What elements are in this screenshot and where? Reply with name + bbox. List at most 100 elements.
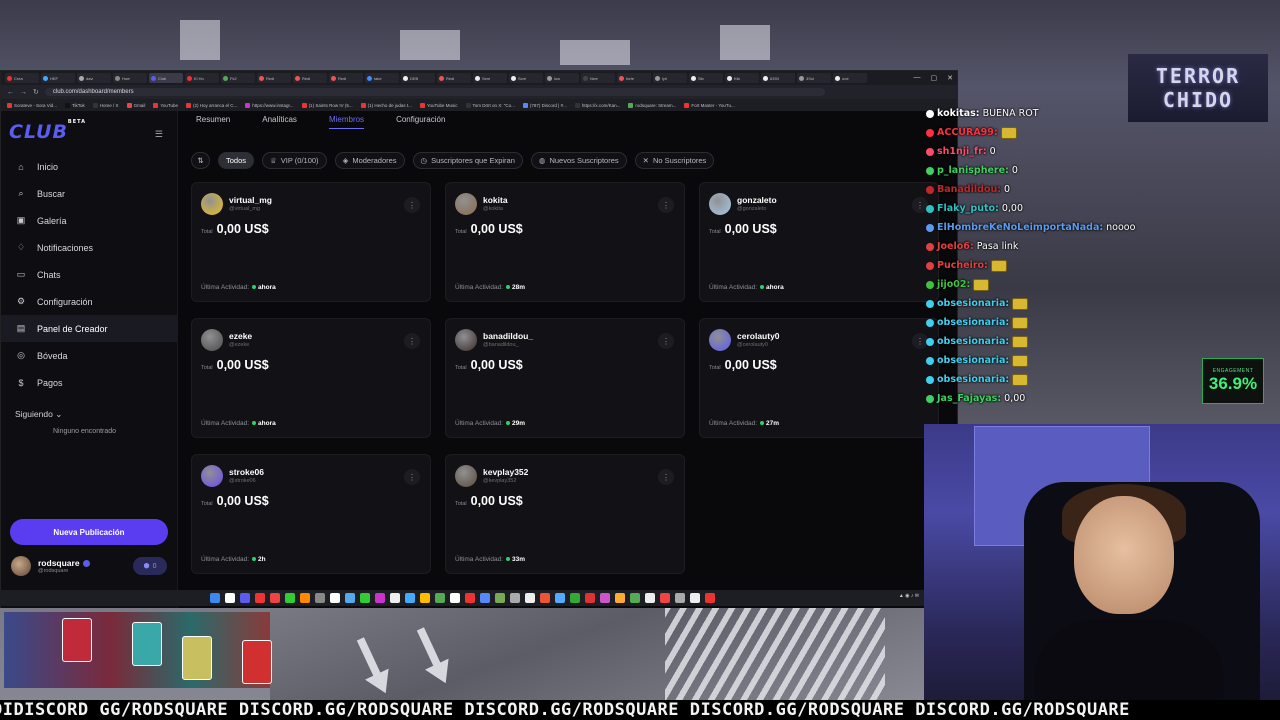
taskbar-app-icon[interactable] <box>345 593 355 603</box>
bookmark-item[interactable]: TikTok <box>64 102 85 108</box>
bookmark-item[interactable]: (1) Saints Row IV (5... <box>301 102 353 108</box>
browser-tab[interactable]: Crea <box>5 73 39 83</box>
member-card[interactable]: kevplay352 @kevplay352 ⋮ Total 0,00 US$ Últim… <box>445 454 685 574</box>
taskbar-app-icon[interactable] <box>420 593 430 603</box>
more-options-icon[interactable]: ⋮ <box>404 469 420 485</box>
taskbar-app-icon[interactable] <box>630 593 640 603</box>
filter-chip[interactable]: ◈ Moderadores <box>334 152 405 169</box>
taskbar-app-icon[interactable] <box>510 593 520 603</box>
taskbar-app-icon[interactable] <box>285 593 295 603</box>
taskbar-app-icon[interactable] <box>615 593 625 603</box>
filter-chip[interactable]: ✕ No Suscriptores <box>634 152 715 169</box>
more-options-icon[interactable]: ⋮ <box>404 333 420 349</box>
reload-icon[interactable]: ↻ <box>33 88 39 96</box>
bookmark-item[interactable]: rodsquare: Stream... <box>628 102 676 108</box>
sidebar-item-notificaciones[interactable]: ♢ Notificaciones <box>1 234 177 261</box>
browser-tab[interactable]: Redi <box>257 73 291 83</box>
taskbar-app-icon[interactable] <box>540 593 550 603</box>
more-options-icon[interactable]: ⋮ <box>658 469 674 485</box>
profile-card[interactable]: rodsquare @rodsquare ⬢ 0 <box>11 553 167 579</box>
taskbar-app-icon[interactable] <box>390 593 400 603</box>
member-card[interactable]: virtual_mg @virtual_mg ⋮ Total 0,00 US$ Últim… <box>191 182 431 302</box>
window-controls[interactable]: — ▢ ✕ <box>914 74 954 82</box>
taskbar-app-icon[interactable] <box>405 593 415 603</box>
browser-tab[interactable]: take <box>365 73 399 83</box>
bookmark-item[interactable]: Sorateve - Sora Vid... <box>7 102 57 108</box>
bookmark-item[interactable]: Fort Master - YouTu... <box>684 102 735 108</box>
taskbar-app-icon[interactable] <box>210 593 220 603</box>
browser-tab[interactable]: Nem <box>581 73 615 83</box>
taskbar-app-icon[interactable] <box>330 593 340 603</box>
bookmark-item[interactable]: https://www.instagr... <box>245 102 294 108</box>
taskbar-app-icon[interactable] <box>645 593 655 603</box>
member-card[interactable]: kokita @kokita ⋮ Total 0,00 US$ Última Activi… <box>445 182 685 302</box>
sidebar-item-chats[interactable]: ▭ Chats <box>1 261 177 288</box>
bookmark-item[interactable]: (2) Hoy arranca el C... <box>186 102 237 108</box>
browser-tab[interactable]: El Ho <box>185 73 219 83</box>
sidebar-item-galer-a[interactable]: ▣ Galería <box>1 207 177 234</box>
points-badge[interactable]: ⬢ 0 <box>133 557 167 575</box>
browser-tab[interactable]: Sib <box>689 73 723 83</box>
bookmark-item[interactable]: Gmail <box>126 102 145 108</box>
taskbar-app-icon[interactable] <box>315 593 325 603</box>
sort-icon[interactable]: ⇅ <box>191 152 210 169</box>
taskbar-app-icon[interactable] <box>465 593 475 603</box>
taskbar-app-icon[interactable] <box>435 593 445 603</box>
browser-tab[interactable]: lyri <box>653 73 687 83</box>
browser-tab[interactable]: Redi <box>437 73 471 83</box>
browser-tab[interactable]: ooe <box>833 73 867 83</box>
more-options-icon[interactable]: ⋮ <box>658 197 674 213</box>
sidebar-item-panel-de-creador[interactable]: ▤ Panel de Creador <box>1 315 177 342</box>
taskbar-app-icon[interactable] <box>690 593 700 603</box>
browser-tab[interactable]: davi <box>77 73 111 83</box>
bookmark-item[interactable]: YouTube Music <box>419 102 458 108</box>
back-icon[interactable]: ← <box>7 89 14 96</box>
taskbar-app-icon[interactable] <box>375 593 385 603</box>
taskbar-app-icon[interactable] <box>270 593 280 603</box>
new-post-button[interactable]: Nueva Publicación <box>10 519 168 545</box>
filter-chip[interactable]: Todos <box>218 152 255 169</box>
taskbar-app-icon[interactable] <box>675 593 685 603</box>
taskbar-app-icon[interactable] <box>450 593 460 603</box>
taskbar-app-icon[interactable] <box>300 593 310 603</box>
sidebar-item-inicio[interactable]: ⌂ Inicio <box>1 153 177 180</box>
taskbar-app-icon[interactable] <box>240 593 250 603</box>
more-options-icon[interactable]: ⋮ <box>404 197 420 213</box>
filter-chip[interactable]: ♕ VIP (0/100) <box>262 152 327 169</box>
sidebar-item-buscar[interactable]: ⌕ Buscar <box>1 180 177 207</box>
taskbar-app-icon[interactable] <box>705 593 715 603</box>
bookmark-item[interactable]: Tom Dört on X: "Co... <box>465 102 515 108</box>
bookmark-item[interactable]: https://x.com/Kan... <box>574 102 620 108</box>
sidebar-item-configuraci-n[interactable]: ⚙ Configuración <box>1 288 177 315</box>
tab-configuraci-n[interactable]: Configuración <box>396 115 445 129</box>
tab-resumen[interactable]: Resumen <box>196 115 230 129</box>
taskbar-app-icon[interactable] <box>570 593 580 603</box>
tab-miembros[interactable]: Miembros <box>328 115 365 129</box>
browser-tab[interactable]: 6393 <box>761 73 795 83</box>
member-card[interactable]: ezeke @ezeke ⋮ Total 0,00 US$ Última Activida… <box>191 318 431 438</box>
bookmark-item[interactable]: Home / X <box>92 102 119 108</box>
taskbar-app-icon[interactable] <box>255 593 265 603</box>
taskbar-app-icon[interactable] <box>585 593 595 603</box>
more-options-icon[interactable]: ⋮ <box>658 333 674 349</box>
taskbar-app-icon[interactable] <box>660 593 670 603</box>
taskbar-app-icon[interactable] <box>360 593 370 603</box>
sidebar-item-b-veda[interactable]: ◎ Bóveda <box>1 342 177 369</box>
taskbar-app-icon[interactable] <box>525 593 535 603</box>
taskbar-app-icon[interactable] <box>600 593 610 603</box>
browser-tab[interactable]: DEB <box>401 73 435 83</box>
filter-chip[interactable]: ◷ Suscriptores que Expiran <box>412 152 523 169</box>
taskbar-app-icon[interactable] <box>495 593 505 603</box>
browser-tab[interactable]: Redi <box>329 73 363 83</box>
filter-chip[interactable]: ◍ Nuevos Suscriptores <box>530 152 627 169</box>
following-toggle[interactable]: Siguiendo ⌄ <box>15 409 62 420</box>
browser-tab[interactable]: Scre <box>509 73 543 83</box>
browser-tab[interactable]: Redi <box>293 73 327 83</box>
browser-tab[interactable]: Sem <box>473 73 507 83</box>
member-card[interactable]: stroke06 @stroke06 ⋮ Total 0,00 US$ Última Ac… <box>191 454 431 574</box>
browser-tab[interactable]: Kiki <box>725 73 759 83</box>
browser-tab[interactable]: low <box>545 73 579 83</box>
bookmark-item[interactable]: YouTube <box>153 102 178 108</box>
taskbar-app-icon[interactable] <box>555 593 565 603</box>
browser-tab[interactable]: forte <box>617 73 651 83</box>
